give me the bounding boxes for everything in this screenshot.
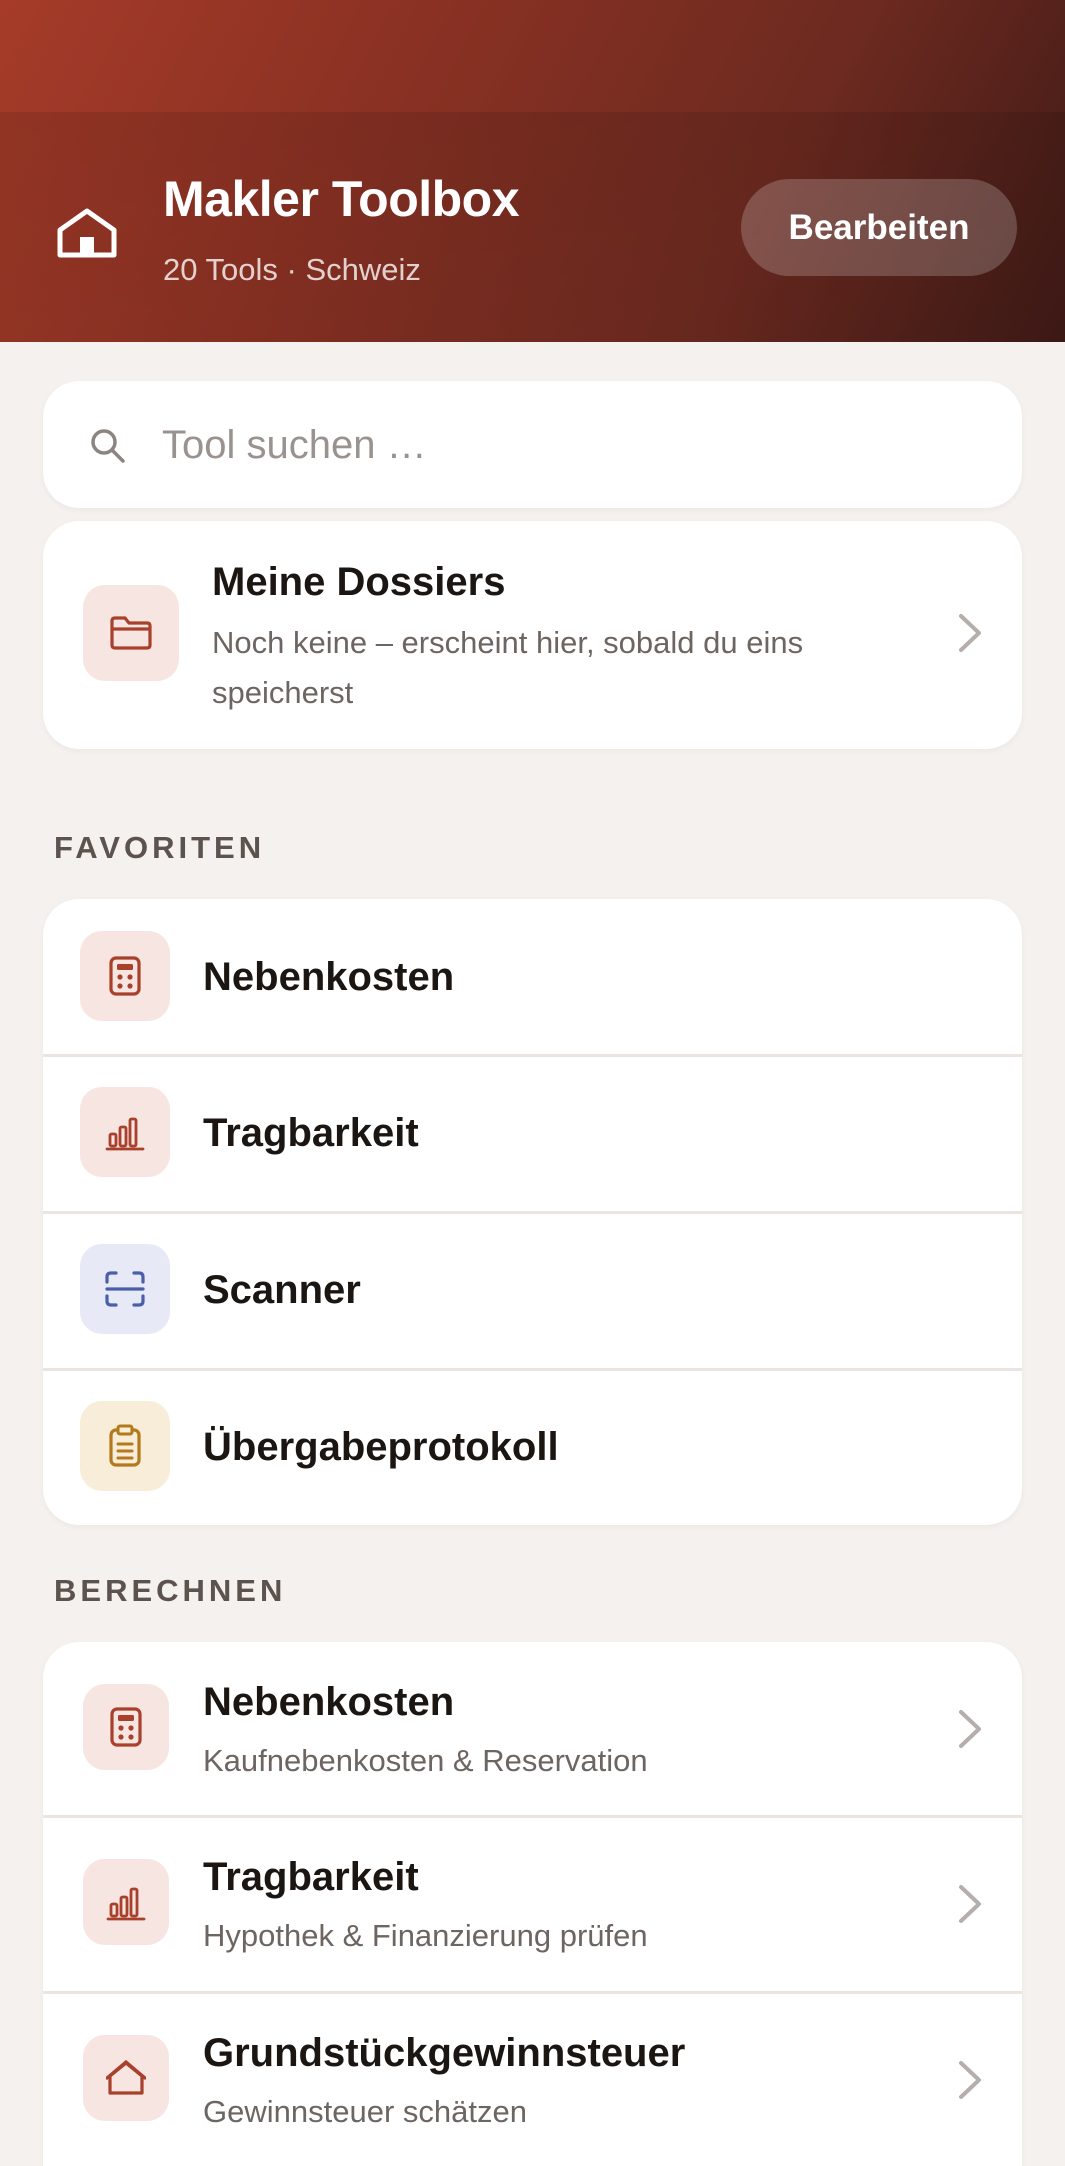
favorite-item-uebergabeprotokoll[interactable]: Übergabeprotokoll [43, 1370, 1022, 1525]
favorite-item-tragbarkeit[interactable]: Tragbarkeit [43, 1056, 1022, 1213]
app-title: Makler Toolbox [163, 171, 520, 227]
favorite-icon-tile [80, 931, 170, 1021]
calculate-card: Nebenkosten Kaufnebenkosten & Reservatio… [43, 1642, 1022, 2166]
calculate-item-title: Grundstückgewinnsteuer [203, 2031, 686, 2075]
dossiers-description: Noch keine – erscheint hier, sobald du e… [212, 625, 804, 710]
dossier-icon-tile [83, 585, 179, 681]
favorite-icon-tile [80, 1087, 170, 1177]
chevron-right-icon [959, 1885, 981, 1923]
favorite-item-scanner[interactable]: Scanner [43, 1213, 1022, 1370]
calculate-item-grundstueckgewinnsteuer[interactable]: Grundstückgewinnsteuer Gewinnsteuer schä… [43, 1993, 1022, 2166]
favorite-label: Tragbarkeit [203, 1111, 419, 1155]
calculate-item-nebenkosten[interactable]: Nebenkosten Kaufnebenkosten & Reservatio… [43, 1642, 1022, 1816]
scan-icon [105, 1271, 145, 1307]
app-header: Makler Toolbox 20 Tools · Schweiz Bearbe… [0, 0, 1065, 342]
bar-chart-icon [106, 1887, 146, 1921]
favorite-icon-tile [80, 1401, 170, 1491]
search-icon [91, 429, 125, 463]
folder-icon [110, 616, 152, 650]
calculate-icon-tile [83, 1684, 169, 1770]
calculator-icon [110, 1707, 142, 1747]
calculate-item-subtitle: Gewinnsteuer schätzen [203, 2094, 527, 2129]
house-icon [106, 2060, 146, 2095]
app-subtitle: 20 Tools · Schweiz [163, 252, 421, 287]
favorite-icon-tile [80, 1244, 170, 1334]
favorites-card: Nebenkosten Tragbarkeit Scanner Übergabe… [43, 899, 1022, 1525]
edit-button[interactable]: Bearbeiten [741, 179, 1017, 276]
calculate-item-subtitle: Kaufnebenkosten & Reservation [203, 1743, 648, 1778]
calculate-icon-tile [83, 2035, 169, 2121]
chevron-right-icon [959, 614, 981, 652]
home-icon[interactable] [56, 208, 118, 258]
clipboard-icon [109, 1424, 141, 1467]
calculate-item-subtitle: Hypothek & Finanzierung prüfen [203, 1918, 648, 1953]
search-input[interactable] [162, 410, 982, 480]
calculate-item-title: Nebenkosten [203, 1680, 455, 1724]
chevron-right-icon [959, 1710, 981, 1748]
calculate-item-tragbarkeit[interactable]: Tragbarkeit Hypothek & Finanzierung prüf… [43, 1817, 1022, 1992]
favorite-label: Übergabeprotokoll [203, 1425, 559, 1469]
favorite-label: Scanner [203, 1268, 361, 1312]
calculate-section-label: BERECHNEN [54, 1573, 287, 1608]
favorite-label: Nebenkosten [203, 955, 455, 999]
calculator-icon [109, 956, 141, 996]
chevron-right-icon [959, 2061, 981, 2099]
favorite-item-nebenkosten[interactable]: Nebenkosten [43, 899, 1022, 1056]
calculate-icon-tile [83, 1859, 169, 1945]
dossiers-title: Meine Dossiers [212, 560, 506, 604]
calculate-item-title: Tragbarkeit [203, 1855, 419, 1899]
favorites-section-label: FAVORITEN [54, 830, 266, 865]
bar-chart-icon [105, 1117, 145, 1151]
